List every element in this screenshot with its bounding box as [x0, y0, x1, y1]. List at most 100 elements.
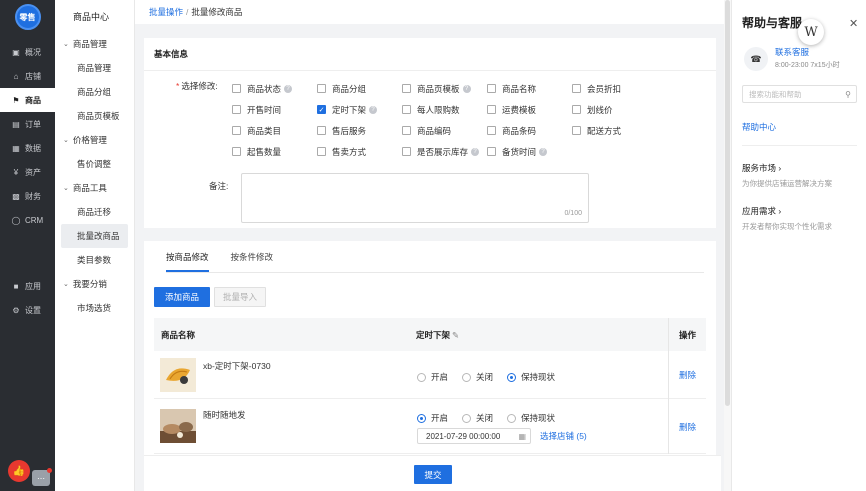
- checkbox[interactable]: [487, 105, 496, 114]
- subnav-item[interactable]: 类目参数: [55, 248, 134, 272]
- checkbox[interactable]: [232, 147, 241, 156]
- app-demand-link[interactable]: 应用需求 ›: [742, 205, 781, 217]
- delete-link[interactable]: 删除: [668, 351, 706, 399]
- calendar-icon: ▦: [518, 431, 526, 441]
- checkbox[interactable]: [317, 84, 326, 93]
- option-checkbox[interactable]: 是否展示库存?: [402, 146, 487, 158]
- breadcrumb-link[interactable]: 批量操作: [149, 6, 183, 18]
- subnav-group-3[interactable]: ⌄ 我要分销: [55, 272, 134, 296]
- help-icon[interactable]: ?: [462, 84, 471, 93]
- option-checkbox[interactable]: 会员折扣: [572, 83, 657, 95]
- checkbox[interactable]: [232, 105, 241, 114]
- service-market-link[interactable]: 服务市场 ›: [742, 162, 781, 174]
- nav-bottom-item-0[interactable]: ■ 应用: [0, 274, 55, 298]
- help-icon[interactable]: ?: [284, 84, 293, 93]
- checkbox[interactable]: [572, 126, 581, 135]
- radio-enable[interactable]: 开启: [417, 371, 448, 383]
- help-icon[interactable]: ?: [369, 105, 378, 114]
- subnav-item[interactable]: 售价调整: [55, 152, 134, 176]
- scrollbar-thumb[interactable]: [725, 0, 730, 406]
- checkbox[interactable]: [402, 147, 411, 156]
- option-checkbox[interactable]: 售卖方式: [317, 146, 402, 158]
- search-icon[interactable]: ⚲: [845, 90, 851, 99]
- option-checkbox[interactable]: 商品分组: [317, 83, 402, 95]
- checkbox[interactable]: [487, 126, 496, 135]
- option-checkbox[interactable]: 配送方式: [572, 125, 657, 137]
- close-icon[interactable]: ✕: [849, 17, 858, 30]
- option-checkbox[interactable]: 每人限购数: [402, 104, 487, 116]
- option-checkbox[interactable]: 备货时间?: [487, 146, 572, 158]
- add-goods-button[interactable]: 添加商品: [154, 287, 210, 307]
- nav-item-5[interactable]: ¥ 资产: [0, 160, 55, 184]
- subnav-item[interactable]: 商品管理: [55, 56, 134, 80]
- tab-by-condition[interactable]: 按条件修改: [231, 251, 274, 272]
- subnav-group-1[interactable]: ⌄ 价格管理: [55, 128, 134, 152]
- date-time-picker[interactable]: 2021-07-29 00:00:00 ▦: [417, 428, 531, 444]
- option-checkbox[interactable]: 开售时间: [232, 104, 317, 116]
- select-store-link[interactable]: 选择店铺 (5): [540, 430, 587, 442]
- checkbox[interactable]: [487, 147, 496, 156]
- nav-item-3[interactable]: ▤ 订单: [0, 112, 55, 136]
- nav-item-0[interactable]: ▣ 概况: [0, 40, 55, 64]
- option-checkbox[interactable]: 商品名称: [487, 83, 572, 95]
- goods-name[interactable]: xb-定时下架-0730: [203, 360, 271, 372]
- subnav-item[interactable]: 商品页模板: [55, 104, 134, 128]
- help-search-input[interactable]: 搜索功能和帮助 ⚲: [742, 85, 857, 103]
- checkbox[interactable]: [572, 105, 581, 114]
- option-checkbox[interactable]: 运费模板: [487, 104, 572, 116]
- nav-item-7[interactable]: ◯ CRM: [0, 208, 55, 232]
- subnav-item[interactable]: 批量改商品: [61, 224, 128, 248]
- checkbox[interactable]: [487, 84, 496, 93]
- option-checkbox[interactable]: 商品类目: [232, 125, 317, 137]
- radio-disable[interactable]: 关闭: [462, 371, 493, 383]
- option-checkbox[interactable]: 商品状态?: [232, 83, 317, 95]
- help-icon[interactable]: ?: [471, 147, 480, 156]
- delete-link[interactable]: 删除: [668, 399, 706, 454]
- option-checkbox[interactable]: 划线价: [572, 104, 657, 116]
- page-scrollbar[interactable]: [724, 0, 731, 491]
- radio-enable[interactable]: 开启: [417, 412, 448, 424]
- checkbox[interactable]: [402, 84, 411, 93]
- checkbox[interactable]: [317, 147, 326, 156]
- help-icon[interactable]: ?: [539, 147, 548, 156]
- checkbox[interactable]: [402, 105, 411, 114]
- batch-import-button[interactable]: 批量导入: [214, 287, 266, 307]
- option-checkbox[interactable]: 起售数量: [232, 146, 317, 158]
- remark-textarea[interactable]: 0/100: [241, 173, 589, 223]
- checkbox[interactable]: [402, 126, 411, 135]
- radio-disable[interactable]: 关闭: [462, 412, 493, 424]
- checkbox[interactable]: [232, 84, 241, 93]
- subnav-group-0[interactable]: ⌄ 商品管理: [55, 32, 134, 56]
- goods-card: 按商品修改 按条件修改 添加商品 批量导入 商品名称 定时下架 ✎ 操作 xb-定…: [144, 241, 716, 491]
- checkbox[interactable]: [317, 126, 326, 135]
- chat-icon[interactable]: ⋯: [32, 468, 52, 486]
- subnav-item[interactable]: 市场选货: [55, 296, 134, 320]
- nav-item-1[interactable]: ⌂ 店铺: [0, 64, 55, 88]
- subnav-item[interactable]: 商品分组: [55, 80, 134, 104]
- option-checkbox[interactable]: 商品编码: [402, 125, 487, 137]
- nav-bottom-item-1[interactable]: ⚙ 设置: [0, 298, 55, 322]
- thumbs-up-icon[interactable]: 👍: [8, 460, 30, 482]
- tab-by-goods[interactable]: 按商品修改: [166, 251, 209, 272]
- radio-keep[interactable]: 保持现状: [507, 412, 555, 424]
- checkbox[interactable]: ✓: [317, 105, 326, 114]
- contact-service-link[interactable]: 联系客服: [775, 46, 809, 58]
- goods-name[interactable]: 随时随地发: [203, 409, 246, 421]
- subnav-item[interactable]: 商品迁移: [55, 200, 134, 224]
- option-checkbox[interactable]: 商品条码: [487, 125, 572, 137]
- checkbox[interactable]: [572, 84, 581, 93]
- nav-item-4[interactable]: ▦ 数据: [0, 136, 55, 160]
- help-center-link[interactable]: 帮助中心: [742, 121, 776, 133]
- submit-button[interactable]: 提交: [414, 465, 452, 484]
- checkbox[interactable]: [232, 126, 241, 135]
- option-checkbox[interactable]: ✓ 定时下架?: [317, 104, 402, 116]
- nav-item-6[interactable]: ▩ 财务: [0, 184, 55, 208]
- option-checkbox[interactable]: 商品页模板?: [402, 83, 487, 95]
- subnav-group-2[interactable]: ⌄ 商品工具: [55, 176, 134, 200]
- assistant-badge[interactable]: W: [798, 19, 824, 45]
- edit-icon[interactable]: ✎: [452, 330, 459, 340]
- option-checkbox[interactable]: 售后服务: [317, 125, 402, 137]
- nav-item-2[interactable]: ⚑ 商品: [0, 88, 55, 112]
- radio-keep[interactable]: 保持现状: [507, 371, 555, 383]
- app-logo[interactable]: 零售: [14, 4, 41, 30]
